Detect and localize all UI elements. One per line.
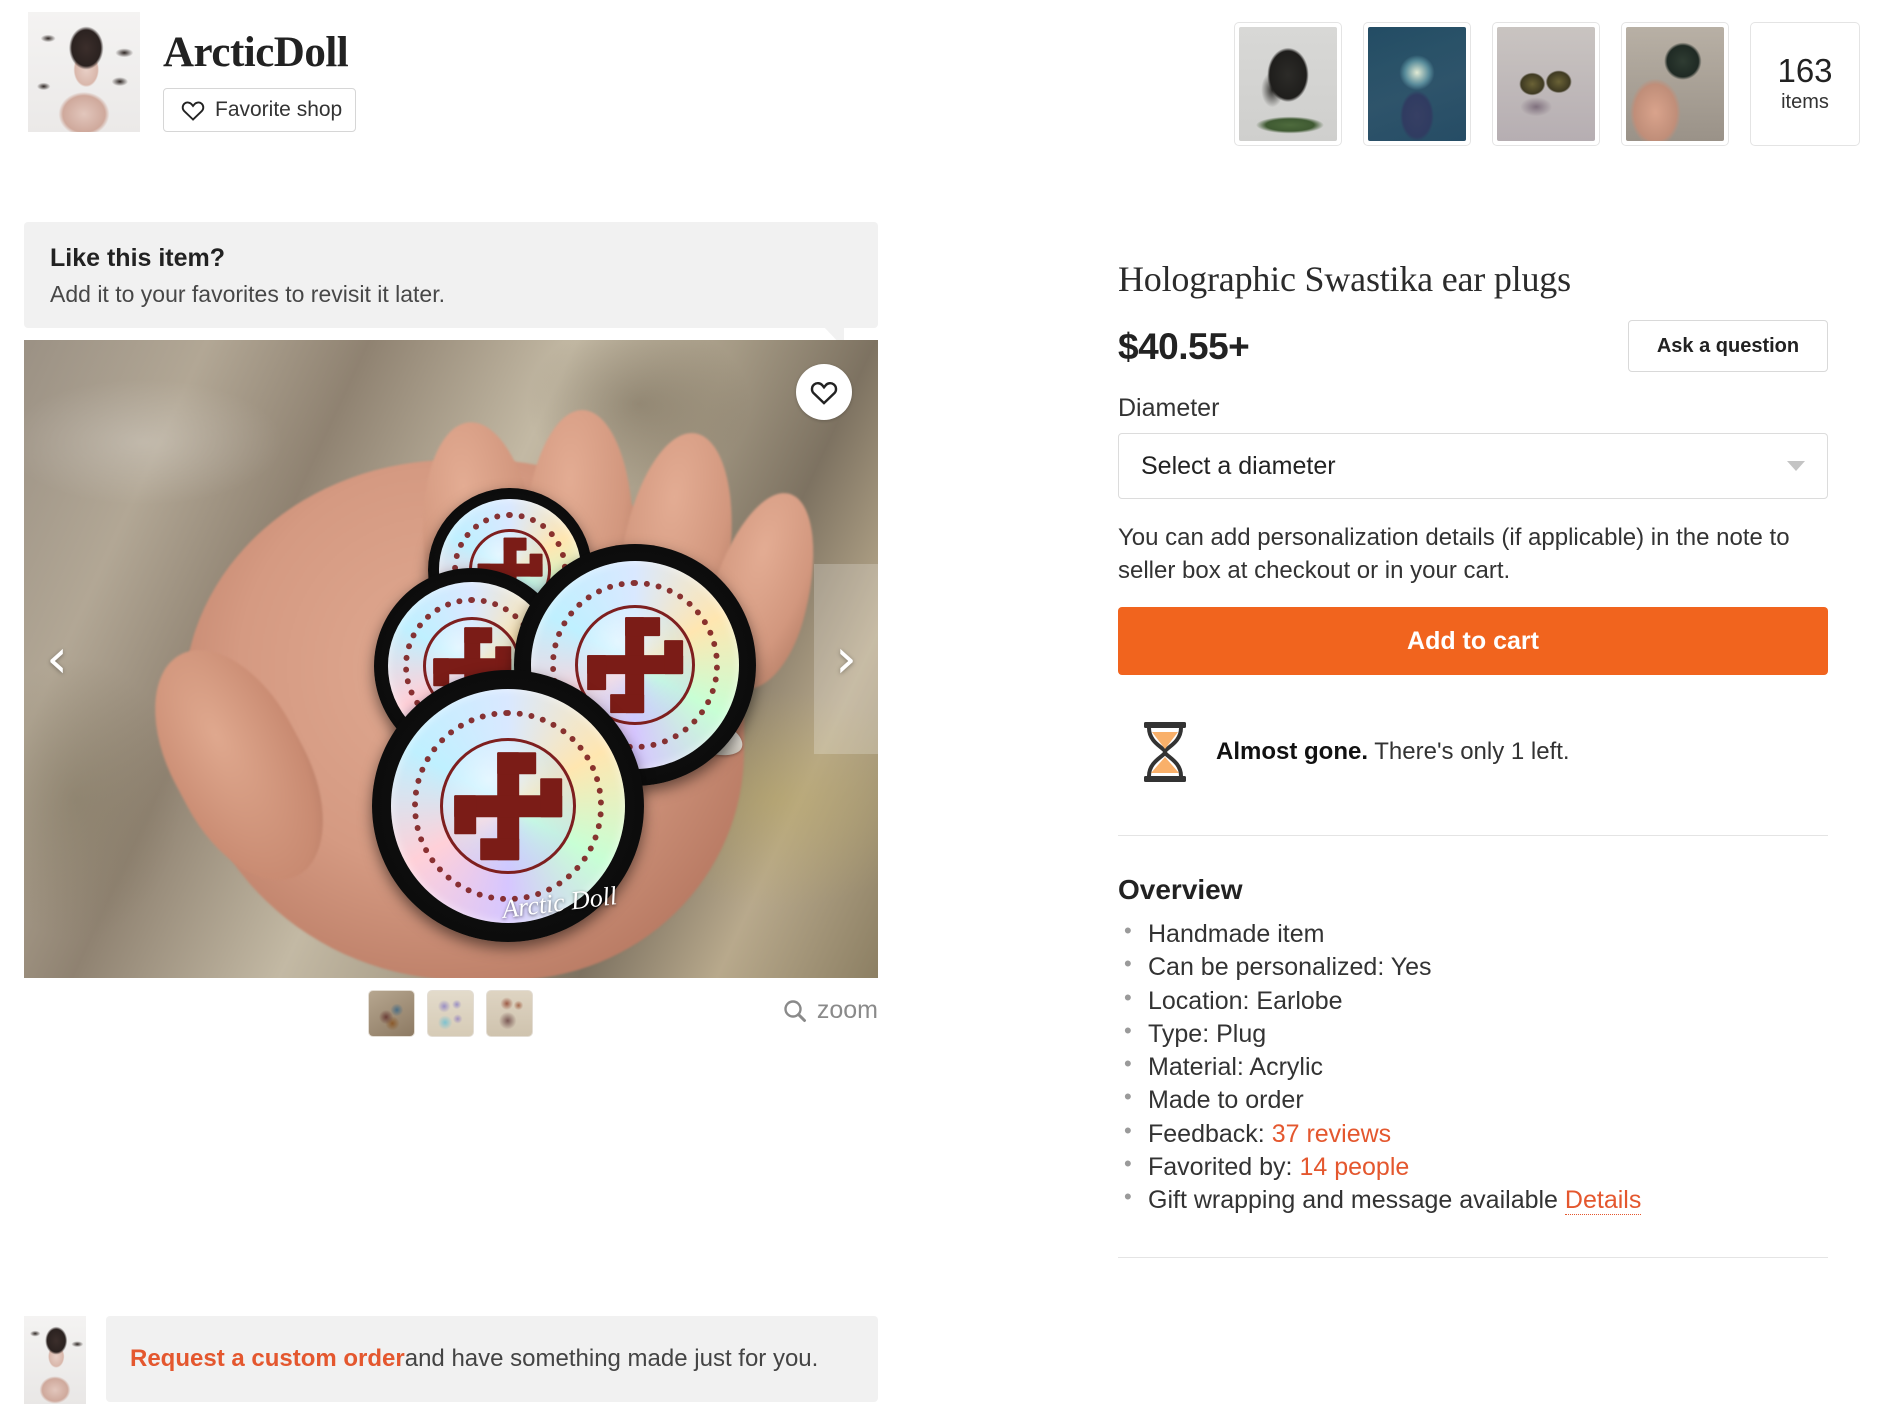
callout-title: Like this item? (50, 244, 226, 272)
list-item: Made to order (1118, 1082, 1828, 1117)
gorilla-figurine-thumbnail[interactable] (1234, 22, 1342, 146)
shop-avatar[interactable] (28, 12, 140, 132)
list-item: Favorited by: 14 people (1118, 1149, 1828, 1184)
request-custom-order-link[interactable]: Request a custom order (130, 1345, 405, 1373)
scarcity-rest: There's only 1 left. (1368, 738, 1570, 766)
overview-item-text: Favorited by: (1148, 1152, 1300, 1181)
swastika-symbol (587, 617, 683, 713)
items-count-label: items (1781, 90, 1829, 113)
scarcity-bold: Almost gone. (1216, 738, 1369, 766)
ask-a-question-button[interactable]: Ask a question (1628, 320, 1828, 372)
shop-name[interactable]: ArcticDoll (163, 28, 349, 77)
list-item: Feedback: 37 reviews (1118, 1116, 1828, 1151)
plug-face (391, 689, 625, 923)
favorite-shop-label: Favorite shop (215, 98, 343, 121)
diameter-select[interactable]: Select a diameter (1118, 433, 1828, 499)
overview-item-text: Can be personalized: Yes (1148, 953, 1432, 982)
magnifier-icon (784, 999, 806, 1022)
custom-order-message: Request a custom order and have somethin… (106, 1316, 878, 1402)
list-item: Can be personalized: Yes (1118, 949, 1828, 984)
section-divider (1118, 1257, 1828, 1259)
swastika-symbol (454, 752, 562, 860)
scarcity-text: Almost gone. There's only 1 left. (1216, 738, 1570, 766)
seller-avatar[interactable] (24, 1316, 86, 1404)
thumbnail-image (1368, 27, 1466, 141)
gallery-thumb-2[interactable] (427, 990, 474, 1037)
price-row: $40.55+ Ask a question (1118, 320, 1828, 380)
shop-thumbnail-row: 163 items (1234, 22, 1860, 146)
overview-item-text: Material: Acrylic (1148, 1053, 1324, 1082)
gallery-thumbnail-strip: zoom (24, 990, 878, 1048)
list-item: Material: Acrylic (1118, 1049, 1828, 1084)
page-title: Holographic Swastika ear plugs (1118, 259, 1571, 299)
overview-item-text: Gift wrapping and message available (1148, 1186, 1565, 1215)
previous-image-arrow[interactable]: ‹ (34, 614, 80, 704)
callout-subtitle: Add it to your favorites to revisit it l… (50, 281, 445, 307)
overview-item-text: Location: Earlobe (1148, 986, 1343, 1015)
hand-holding-plug-thumbnail[interactable] (1621, 22, 1729, 146)
favorited-by-link[interactable]: 14 people (1299, 1153, 1409, 1181)
zoom-label: zoom (816, 996, 878, 1024)
shop-header: ArcticDoll Favorite shop 163 items (0, 0, 1886, 172)
diameter-label: Diameter (1118, 394, 1220, 422)
list-item: Gift wrapping and message available Deta… (1118, 1182, 1828, 1217)
gallery-thumb-3[interactable] (486, 990, 533, 1037)
like-item-callout: Like this item? Add it to your favorites… (24, 222, 878, 348)
personalization-note: You can add personalization details (if … (1118, 524, 1790, 585)
gift-wrapping-details-link[interactable]: Details (1564, 1186, 1642, 1216)
list-item: Type: Plug (1118, 1016, 1828, 1051)
main-product-image[interactable]: Arctic Doll ‹ › (24, 340, 878, 978)
add-to-cart-button[interactable]: Add to cart (1118, 607, 1828, 676)
thumbnail-image (1626, 27, 1724, 141)
scarcity-notice: Almost gone. There's only 1 left. (1118, 721, 1828, 783)
overview-item-text: Type: Plug (1148, 1019, 1267, 1048)
diameter-selected-value: Select a diameter (1141, 451, 1336, 480)
product-page: ArcticDoll Favorite shop 163 items Like … (0, 0, 1886, 1414)
overview-item-text: Handmade item (1148, 920, 1325, 949)
chevron-down-icon (1787, 461, 1805, 471)
listing-details-column: Holographic Swastika ear plugs $40.55+ A… (1118, 258, 1828, 1259)
thumbnail-image (1497, 27, 1595, 141)
items-count: 163 (1777, 52, 1833, 90)
gallery-thumbnails (368, 990, 533, 1037)
list-item: Handmade item (1118, 916, 1828, 951)
overview-list: Handmade item Can be personalized: Yes L… (1118, 916, 1828, 1217)
list-item: Location: Earlobe (1118, 983, 1828, 1018)
items-count-box[interactable]: 163 items (1750, 22, 1860, 146)
thumbnail-image (1239, 27, 1337, 141)
item-price: $40.55+ (1118, 326, 1250, 367)
gallery-thumb-1[interactable] (368, 990, 415, 1037)
zoom-link[interactable]: zoom (782, 996, 878, 1025)
section-divider (1118, 835, 1828, 837)
custom-order-bar: Request a custom order and have somethin… (24, 1316, 878, 1408)
pokeball-terrarium-thumbnail[interactable] (1363, 22, 1471, 146)
hourglass-icon (1140, 721, 1190, 783)
heart-icon (181, 99, 205, 121)
custom-order-rest-text: and have something made just for you. (404, 1345, 819, 1372)
favorite-shop-button[interactable]: Favorite shop (163, 88, 356, 132)
next-image-arrow[interactable]: › (814, 564, 878, 754)
holographic-plug (372, 670, 644, 942)
overview-item-text: Feedback: (1148, 1119, 1272, 1148)
overview-item-text: Made to order (1148, 1086, 1304, 1115)
gallery-column: Like this item? Add it to your favorites… (24, 222, 878, 1048)
overview-heading: Overview (1118, 874, 1243, 906)
feedback-reviews-link[interactable]: 37 reviews (1272, 1120, 1392, 1148)
moss-plugs-thumbnail[interactable] (1492, 22, 1600, 146)
favorite-item-button[interactable] (796, 364, 852, 420)
heart-icon (810, 382, 838, 405)
